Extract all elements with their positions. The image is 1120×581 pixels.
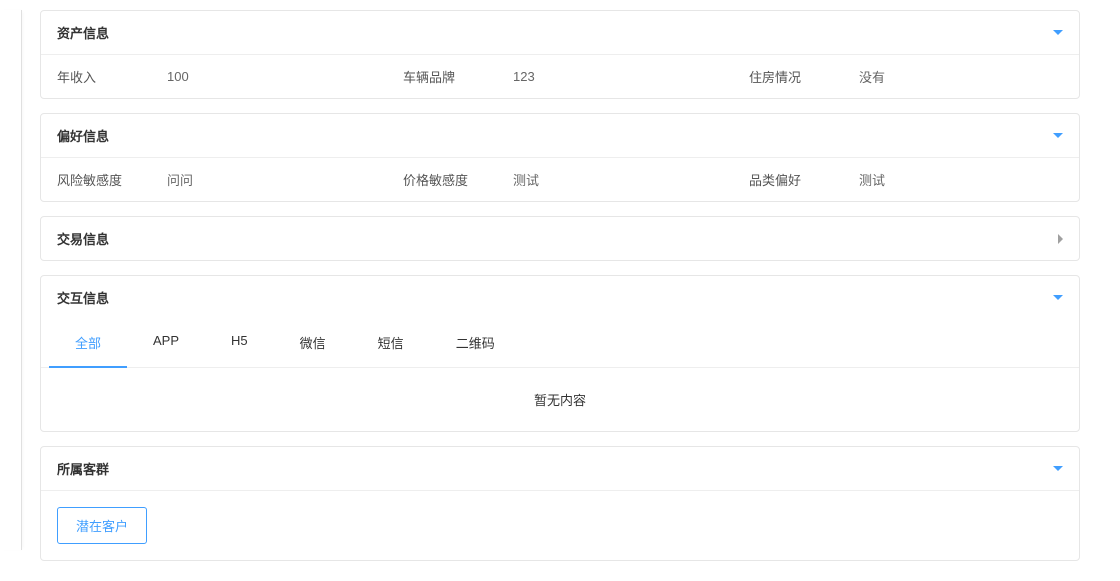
left-edge-shadow [0,10,22,550]
risk-label: 风险敏感度 [57,170,127,189]
caret-down-icon [1053,295,1063,300]
panel-transaction-header[interactable]: 交易信息 [41,217,1079,260]
tab-all[interactable]: 全部 [49,319,127,368]
interaction-empty: 暂无内容 [41,368,1079,431]
preference-field-row: 风险敏感度 问问 价格敏感度 测试 品类偏好 测试 [41,158,1079,201]
panel-transaction-title: 交易信息 [57,229,109,248]
panel-asset: 资产信息 年收入 100 车辆品牌 123 住房情况 没有 [40,10,1080,99]
tab-wechat[interactable]: 微信 [274,319,352,368]
caret-down-icon [1053,133,1063,138]
field-price: 价格敏感度 测试 [387,158,733,201]
panel-interaction: 交互信息 全部 APP H5 微信 短信 二维码 暂无内容 [40,275,1080,432]
income-value: 100 [147,69,371,84]
caret-down-icon [1053,30,1063,35]
panel-asset-title: 资产信息 [57,23,109,42]
panel-group-body: 潜在客户 [41,490,1079,560]
category-value: 测试 [839,170,1063,189]
tab-h5[interactable]: H5 [205,319,274,368]
price-value: 测试 [493,170,717,189]
panel-preference-title: 偏好信息 [57,126,109,145]
field-car: 车辆品牌 123 [387,55,733,98]
field-risk: 风险敏感度 问问 [41,158,387,201]
risk-value: 问问 [147,170,371,189]
tab-qrcode[interactable]: 二维码 [430,319,521,368]
group-tag-potential[interactable]: 潜在客户 [57,507,147,544]
asset-field-row: 年收入 100 车辆品牌 123 住房情况 没有 [41,55,1079,98]
panel-group: 所属客群 潜在客户 [40,446,1080,561]
panel-interaction-title: 交互信息 [57,288,109,307]
panel-preference-header[interactable]: 偏好信息 [41,114,1079,157]
group-tag-area: 潜在客户 [41,491,1079,560]
housing-value: 没有 [839,67,1063,86]
car-value: 123 [493,69,717,84]
panel-asset-header[interactable]: 资产信息 [41,11,1079,54]
interaction-tabs: 全部 APP H5 微信 短信 二维码 [41,319,1079,368]
field-housing: 住房情况 没有 [733,55,1079,98]
field-category: 品类偏好 测试 [733,158,1079,201]
housing-label: 住房情况 [749,67,819,86]
price-label: 价格敏感度 [403,170,473,189]
field-income: 年收入 100 [41,55,387,98]
panel-interaction-body: 全部 APP H5 微信 短信 二维码 暂无内容 [41,319,1079,431]
caret-down-icon [1053,466,1063,471]
category-label: 品类偏好 [749,170,819,189]
panel-asset-body: 年收入 100 车辆品牌 123 住房情况 没有 [41,54,1079,98]
car-label: 车辆品牌 [403,67,473,86]
panel-transaction: 交易信息 [40,216,1080,261]
tab-app[interactable]: APP [127,319,205,368]
tab-sms[interactable]: 短信 [352,319,430,368]
panel-preference: 偏好信息 风险敏感度 问问 价格敏感度 测试 品类偏好 测试 [40,113,1080,202]
content-wrapper: 资产信息 年收入 100 车辆品牌 123 住房情况 没有 [0,10,1120,581]
panel-group-title: 所属客群 [57,459,109,478]
income-label: 年收入 [57,67,127,86]
caret-right-icon [1058,234,1063,244]
panel-interaction-header[interactable]: 交互信息 [41,276,1079,319]
panel-group-header[interactable]: 所属客群 [41,447,1079,490]
panel-preference-body: 风险敏感度 问问 价格敏感度 测试 品类偏好 测试 [41,157,1079,201]
